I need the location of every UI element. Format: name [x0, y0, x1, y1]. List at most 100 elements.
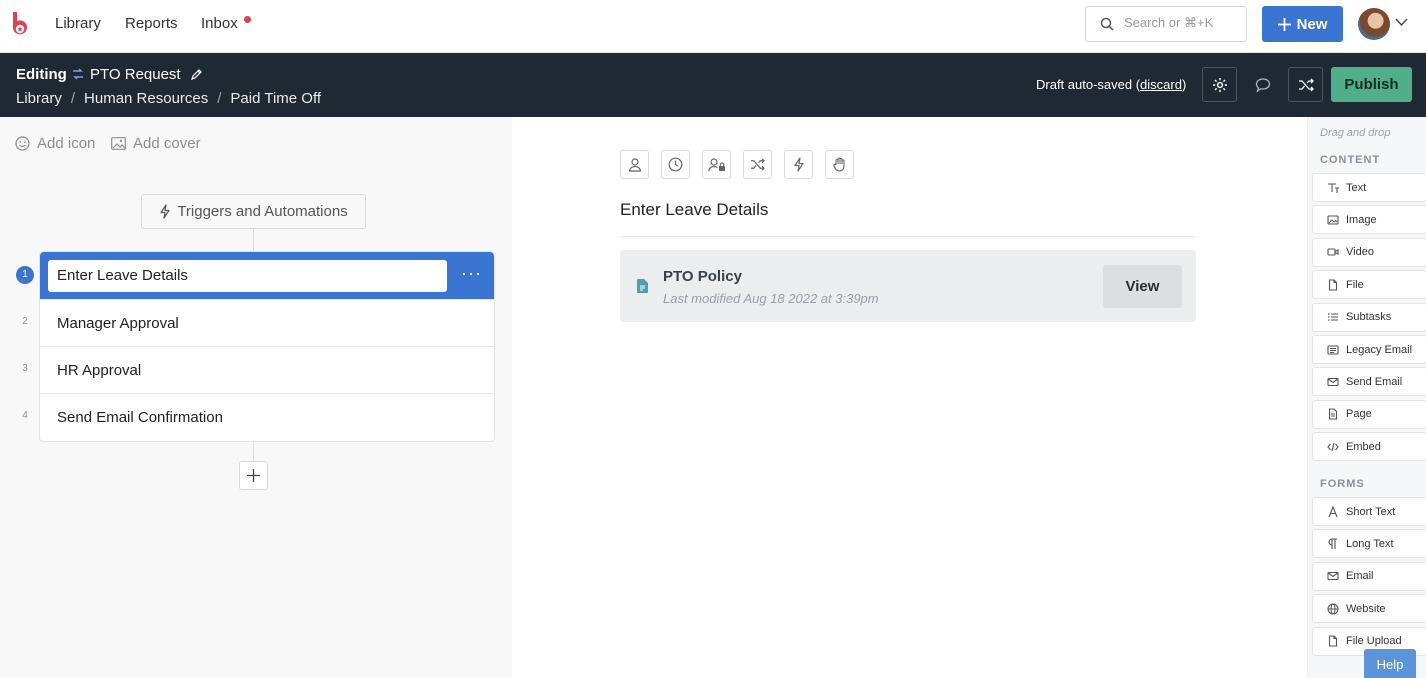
- shuffle-icon: [750, 158, 765, 171]
- widget-label: Page: [1346, 408, 1372, 421]
- file-icon: [1327, 635, 1339, 647]
- step-name-input[interactable]: Enter Leave Details: [48, 259, 447, 292]
- stop-task-button[interactable]: [825, 150, 854, 179]
- content-section-heading: CONTENT: [1320, 154, 1381, 166]
- breadcrumb-human-resources[interactable]: Human Resources: [84, 90, 208, 107]
- form-widget-email[interactable]: Email: [1312, 561, 1426, 591]
- lightning-icon: [793, 157, 805, 172]
- file-last-modified: Last modified Aug 18 2022 at 3:39pm: [663, 291, 879, 306]
- discard-link[interactable]: discard: [1140, 77, 1182, 92]
- form-widget-short-text[interactable]: Short Text: [1312, 497, 1426, 526]
- widget-text[interactable]: Text: [1312, 173, 1426, 202]
- widget-embed[interactable]: Embed: [1312, 432, 1426, 462]
- step-number: 4: [22, 410, 28, 421]
- step-number: 3: [22, 363, 28, 374]
- form-widget-website[interactable]: Website: [1312, 594, 1426, 624]
- drag-and-drop-hint: Drag and drop: [1320, 127, 1391, 139]
- widget-label: Subtasks: [1346, 311, 1392, 324]
- code-icon: [1327, 441, 1339, 453]
- widget-subtasks[interactable]: Subtasks: [1312, 302, 1426, 332]
- more-options-icon[interactable]: ···: [461, 264, 482, 284]
- search-input[interactable]: [1124, 15, 1242, 30]
- avatar[interactable]: [1358, 8, 1390, 40]
- add-cover-button[interactable]: Add cover: [111, 135, 201, 152]
- assign-button[interactable]: [620, 150, 649, 179]
- due-date-button[interactable]: [661, 150, 690, 179]
- widget-video[interactable]: Video: [1312, 237, 1426, 267]
- breadcrumb-separator: /: [70, 90, 76, 107]
- comment-icon: [1255, 77, 1271, 93]
- document-icon: [637, 279, 648, 293]
- widget-label: Long Text: [1346, 537, 1394, 550]
- widget-label: Website: [1346, 602, 1386, 615]
- connector-line: [253, 229, 254, 251]
- workflow-name: PTO Request: [90, 66, 181, 83]
- add-cover-label: Add cover: [133, 135, 201, 152]
- breadcrumb: Library / Human Resources / Paid Time Of…: [16, 90, 321, 107]
- nav-inbox[interactable]: Inbox: [201, 15, 238, 32]
- automations-button[interactable]: [784, 150, 813, 179]
- step-number: 2: [22, 316, 28, 327]
- divider: [620, 236, 1196, 237]
- step-hr-approval[interactable]: HR Approval: [40, 347, 494, 394]
- shuffle-button[interactable]: [1288, 67, 1323, 102]
- hand-icon: [832, 157, 847, 172]
- widget-image[interactable]: Image: [1312, 205, 1426, 235]
- step-number-active: 1: [16, 266, 34, 284]
- widget-label: Short Text: [1346, 505, 1396, 518]
- widget-send-email[interactable]: Send Email: [1312, 367, 1426, 397]
- breadcrumb-paid-time-off[interactable]: Paid Time Off: [230, 90, 321, 107]
- breadcrumb-separator: /: [217, 90, 222, 107]
- step-manager-approval[interactable]: Manager Approval: [40, 300, 494, 347]
- app-logo[interactable]: [10, 12, 30, 38]
- edit-pencil-icon[interactable]: [191, 68, 203, 80]
- widget-label: Send Email: [1346, 375, 1403, 388]
- workflow-icon: [72, 68, 84, 80]
- breadcrumb-library[interactable]: Library: [16, 90, 62, 107]
- page-icon: [1327, 408, 1339, 420]
- form-widget-long-text[interactable]: Long Text: [1312, 529, 1426, 559]
- video-icon: [1327, 246, 1339, 258]
- widget-label: File Upload: [1346, 635, 1402, 648]
- triggers-and-automations-button[interactable]: Triggers and Automations: [141, 194, 366, 229]
- step-enter-leave-details[interactable]: Enter Leave Details ···: [40, 252, 494, 300]
- clock-icon: [668, 157, 683, 172]
- add-step-button[interactable]: [239, 461, 268, 490]
- new-button[interactable]: New: [1262, 6, 1343, 42]
- text-icon: [1327, 182, 1339, 194]
- step-send-email-confirmation[interactable]: Send Email Confirmation: [40, 394, 494, 441]
- widget-label: Email: [1346, 570, 1374, 583]
- widget-file[interactable]: File: [1312, 270, 1426, 300]
- new-button-label: New: [1296, 15, 1328, 33]
- step-title[interactable]: Enter Leave Details: [620, 200, 768, 220]
- search-box[interactable]: [1085, 6, 1247, 42]
- comments-button[interactable]: [1245, 67, 1280, 102]
- chevron-down-icon[interactable]: [1395, 18, 1408, 27]
- widget-label: Video: [1346, 246, 1374, 259]
- conditional-logic-button[interactable]: [743, 150, 772, 179]
- widget-legacy-email[interactable]: Legacy Email: [1312, 335, 1426, 364]
- add-icon-button[interactable]: Add icon: [15, 135, 95, 152]
- widget-page[interactable]: Page: [1312, 399, 1426, 429]
- view-file-button[interactable]: View: [1103, 265, 1182, 308]
- plus-icon: [1277, 17, 1291, 31]
- settings-button[interactable]: [1202, 67, 1237, 102]
- email-icon: [1327, 376, 1339, 388]
- nav-library[interactable]: Library: [55, 15, 101, 32]
- add-icon-label: Add icon: [37, 135, 96, 152]
- workflow-outline-panel: Add icon Add cover Triggers and Automati…: [0, 117, 512, 678]
- help-button[interactable]: Help: [1364, 649, 1416, 678]
- user-icon: [628, 157, 642, 172]
- nav-reports[interactable]: Reports: [125, 15, 178, 32]
- widget-label: Legacy Email: [1346, 343, 1413, 356]
- widget-label: Embed: [1346, 440, 1381, 453]
- globe-icon: [1327, 603, 1339, 615]
- file-attachment-card: PTO Policy Last modified Aug 18 2022 at …: [620, 250, 1196, 322]
- publish-button[interactable]: Publish: [1331, 67, 1412, 102]
- top-nav: Library Reports Inbox New: [0, 0, 1426, 53]
- permissions-button[interactable]: [702, 150, 731, 179]
- draft-close: ): [1181, 77, 1187, 92]
- image-icon: [111, 137, 126, 150]
- draft-status: Draft auto-saved (discard): [1036, 77, 1186, 92]
- lightning-icon: [159, 204, 171, 219]
